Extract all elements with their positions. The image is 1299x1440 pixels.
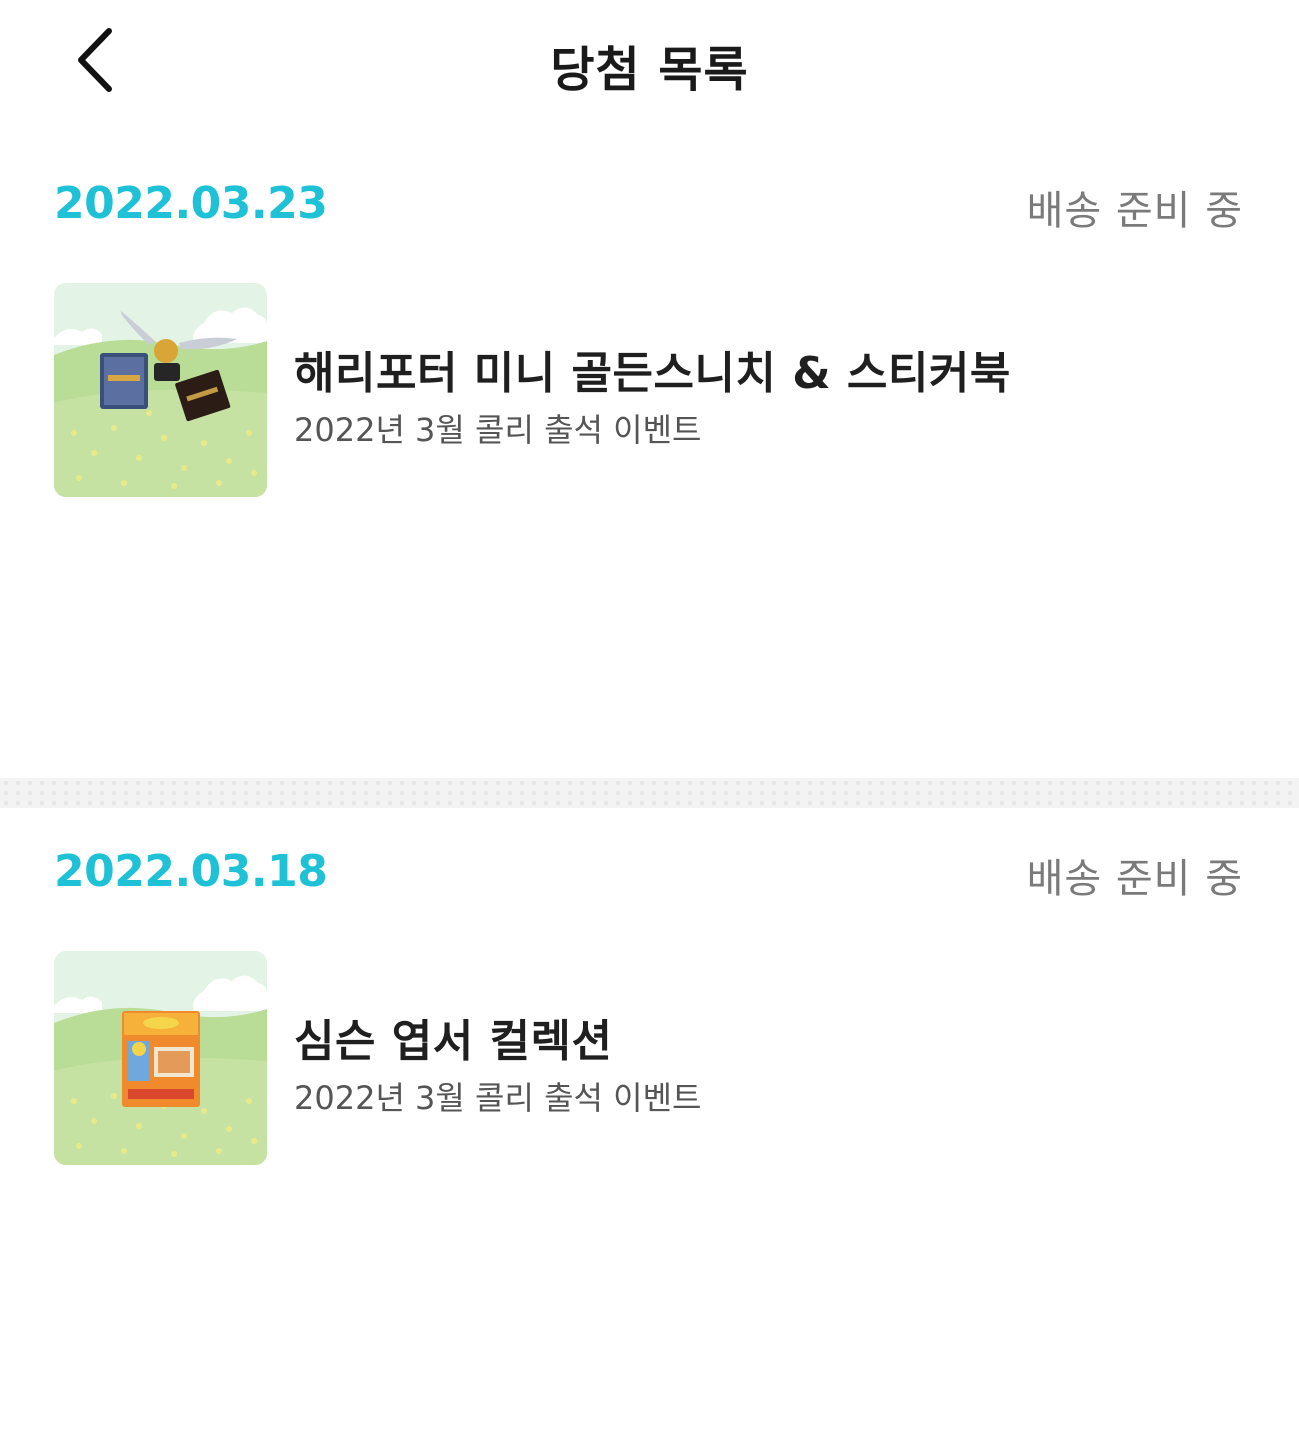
prize-section: 2022.03.23 배송 준비 중 해리포터 미니 골든스니치 & 스티커북 …: [0, 150, 1299, 778]
prize-title: 해리포터 미니 골든스니치 & 스티커북: [294, 348, 1011, 399]
event-name: 2022년 3월 콜리 출석 이벤트: [294, 1079, 702, 1117]
prize-thumbnail: [54, 283, 267, 497]
section-divider: [0, 778, 1299, 808]
win-date: 2022.03.18: [54, 846, 328, 897]
prize-title: 심슨 엽서 컬렉션: [294, 1016, 613, 1067]
prize-item[interactable]: 심슨 엽서 컬렉션 2022년 3월 콜리 출석 이벤트: [54, 951, 1244, 1165]
event-name: 2022년 3월 콜리 출석 이벤트: [294, 411, 702, 449]
delivery-status: 배송 준비 중: [1026, 188, 1243, 234]
prize-thumbnail: [54, 951, 267, 1165]
delivery-status: 배송 준비 중: [1026, 856, 1243, 902]
page-title: 당첨 목록: [550, 42, 749, 98]
prize-section: 2022.03.18 배송 준비 중 심슨 엽서 컬렉션 2022년 3월 콜리…: [0, 818, 1299, 1440]
app-header: 당첨 목록: [0, 0, 1299, 125]
win-date: 2022.03.23: [54, 178, 328, 229]
prize-item[interactable]: 해리포터 미니 골든스니치 & 스티커북 2022년 3월 콜리 출석 이벤트: [54, 283, 1244, 497]
